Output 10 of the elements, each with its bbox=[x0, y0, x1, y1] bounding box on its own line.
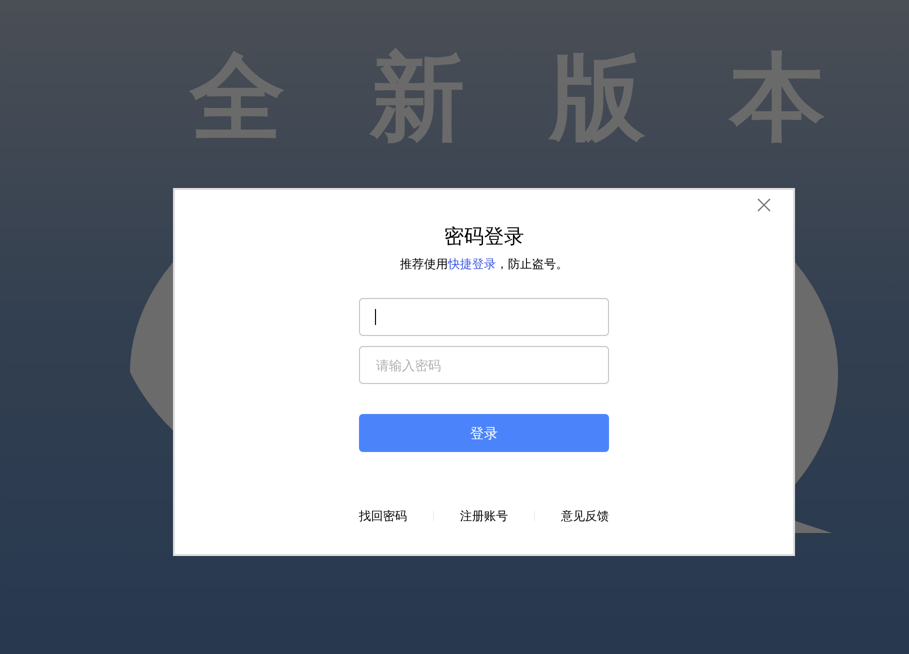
input-field[interactable]: 请输入密码 bbox=[359, 346, 609, 384]
quick-login-link[interactable]: 快捷登录 bbox=[448, 257, 496, 271]
close-icon[interactable] bbox=[757, 198, 771, 212]
input-field[interactable] bbox=[359, 298, 609, 336]
login-button[interactable]: 登录 bbox=[359, 414, 609, 452]
footer-link[interactable]: 注册账号 bbox=[460, 507, 508, 525]
footer-link[interactable]: 意见反馈 bbox=[561, 507, 609, 525]
dialog-title: 密码登录 bbox=[444, 225, 524, 250]
footer-link[interactable]: 找回密码 bbox=[359, 507, 407, 525]
hint-text: 推荐使用快捷登录，防止盗号。 bbox=[400, 256, 568, 273]
